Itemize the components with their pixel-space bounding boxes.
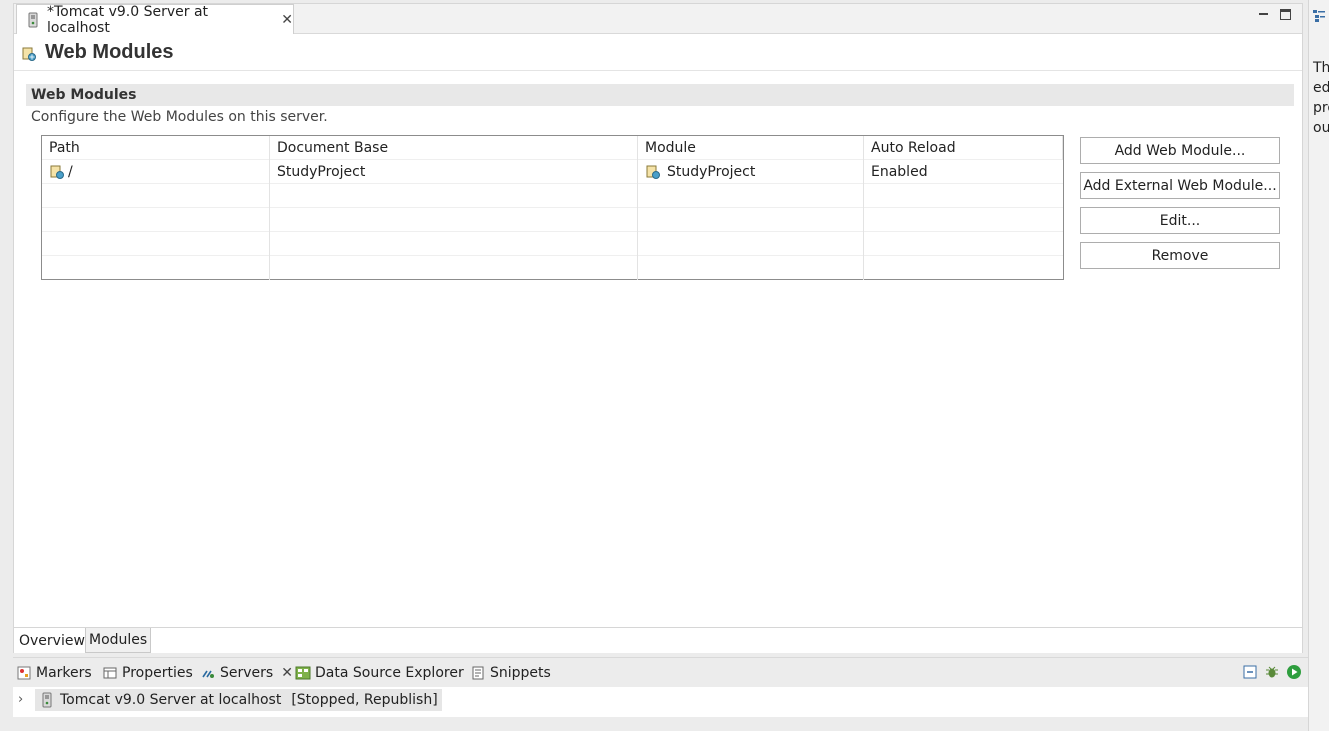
editor-tab-tomcat[interactable]: *Tomcat v9.0 Server at localhost ✕ xyxy=(16,3,294,36)
table-row-empty xyxy=(42,184,1063,208)
column-header-path[interactable]: Path xyxy=(42,136,270,160)
server-name: Tomcat v9.0 Server at localhost xyxy=(60,692,282,708)
tab-markers[interactable]: Markers xyxy=(16,658,92,688)
outline-icon[interactable] xyxy=(1312,9,1326,23)
maximize-icon[interactable] xyxy=(1280,9,1291,20)
server-icon xyxy=(42,692,52,708)
outline-panel: Th ed pro ou xyxy=(1308,0,1329,731)
outline-message-line: ou xyxy=(1313,120,1329,136)
snippets-icon xyxy=(472,666,484,680)
section-title: Web Modules xyxy=(26,84,1294,106)
close-icon[interactable]: ✕ xyxy=(281,665,293,681)
tab-snippets[interactable]: Snippets xyxy=(470,658,551,688)
tab-markers-label: Markers xyxy=(36,665,92,681)
server-tree-item[interactable]: Tomcat v9.0 Server at localhost [Stopped… xyxy=(35,689,442,711)
table-row-empty xyxy=(42,256,1063,280)
properties-icon xyxy=(103,667,117,679)
table-header-row: Path Document Base Module Auto Reload xyxy=(42,136,1063,160)
remove-button[interactable]: Remove xyxy=(1080,242,1280,269)
tab-servers-label: Servers xyxy=(220,665,274,681)
table-row-empty xyxy=(42,208,1063,232)
column-header-module[interactable]: Module xyxy=(638,136,864,160)
server-status: [Stopped, Republish] xyxy=(291,692,438,708)
add-external-web-module-button[interactable]: Add External Web Module... xyxy=(1080,172,1280,199)
servers-view: › Tomcat v9.0 Server at localhost [Stopp… xyxy=(13,687,1313,717)
debug-icon[interactable] xyxy=(1264,664,1280,680)
chevron-right-icon[interactable]: › xyxy=(18,692,23,707)
table-row-empty xyxy=(42,232,1063,256)
outline-message: Th ed pro ou xyxy=(1313,58,1329,138)
tab-data-source-explorer[interactable]: Data Source Explorer xyxy=(295,658,464,688)
tab-modules[interactable]: Modules xyxy=(85,628,152,653)
web-modules-table[interactable]: Path Document Base Module Auto Reload / … xyxy=(41,135,1064,280)
tab-servers[interactable]: Servers ✕ xyxy=(200,658,293,688)
outline-message-line: ed xyxy=(1313,80,1329,96)
web-module-icon xyxy=(50,165,64,179)
editor-tab-bar: *Tomcat v9.0 Server at localhost ✕ xyxy=(14,3,1302,36)
cell-module: StudyProject xyxy=(638,160,864,184)
server-icon xyxy=(28,12,38,27)
form-header: Web Modules xyxy=(14,35,1302,71)
data-source-icon xyxy=(295,666,311,680)
section-description: Configure the Web Modules on this server… xyxy=(31,109,328,125)
outline-message-line: pro xyxy=(1313,100,1329,116)
tab-data-source-explorer-label: Data Source Explorer xyxy=(315,665,464,681)
cell-auto-reload: Enabled xyxy=(871,164,928,180)
table-row[interactable]: / StudyProject StudyProject Enabled xyxy=(42,160,1063,184)
page-title: Web Modules xyxy=(45,41,174,63)
views-tab-bar: Markers Properties Servers ✕ Data Source… xyxy=(13,657,1322,688)
outline-message-line: Th xyxy=(1313,60,1329,76)
start-server-icon[interactable] xyxy=(1286,664,1302,680)
cell-path: / xyxy=(42,160,270,184)
close-icon[interactable]: ✕ xyxy=(281,12,293,28)
cell-document-base: StudyProject xyxy=(270,160,638,184)
web-module-icon xyxy=(646,165,660,179)
tab-snippets-label: Snippets xyxy=(490,665,551,681)
column-header-document-base[interactable]: Document Base xyxy=(270,136,638,160)
editor-tab-label: *Tomcat v9.0 Server at localhost xyxy=(47,3,209,36)
edit-button[interactable]: Edit... xyxy=(1080,207,1280,234)
page-tab-bar: Overview Modules xyxy=(14,627,1302,653)
tab-overview[interactable]: Overview xyxy=(16,628,88,653)
server-editor: *Tomcat v9.0 Server at localhost ✕ Web M… xyxy=(13,3,1303,653)
cell-path-text: / xyxy=(68,164,73,180)
column-header-auto-reload[interactable]: Auto Reload xyxy=(864,136,1063,160)
web-module-icon xyxy=(22,47,36,61)
servers-icon xyxy=(202,670,214,678)
cell-module-text: StudyProject xyxy=(667,164,756,180)
markers-icon xyxy=(17,666,31,680)
tab-properties[interactable]: Properties xyxy=(102,658,193,688)
collapse-all-icon[interactable] xyxy=(1242,664,1258,680)
tab-properties-label: Properties xyxy=(122,665,193,681)
add-web-module-button[interactable]: Add Web Module... xyxy=(1080,137,1280,164)
minimize-icon[interactable] xyxy=(1257,7,1271,21)
